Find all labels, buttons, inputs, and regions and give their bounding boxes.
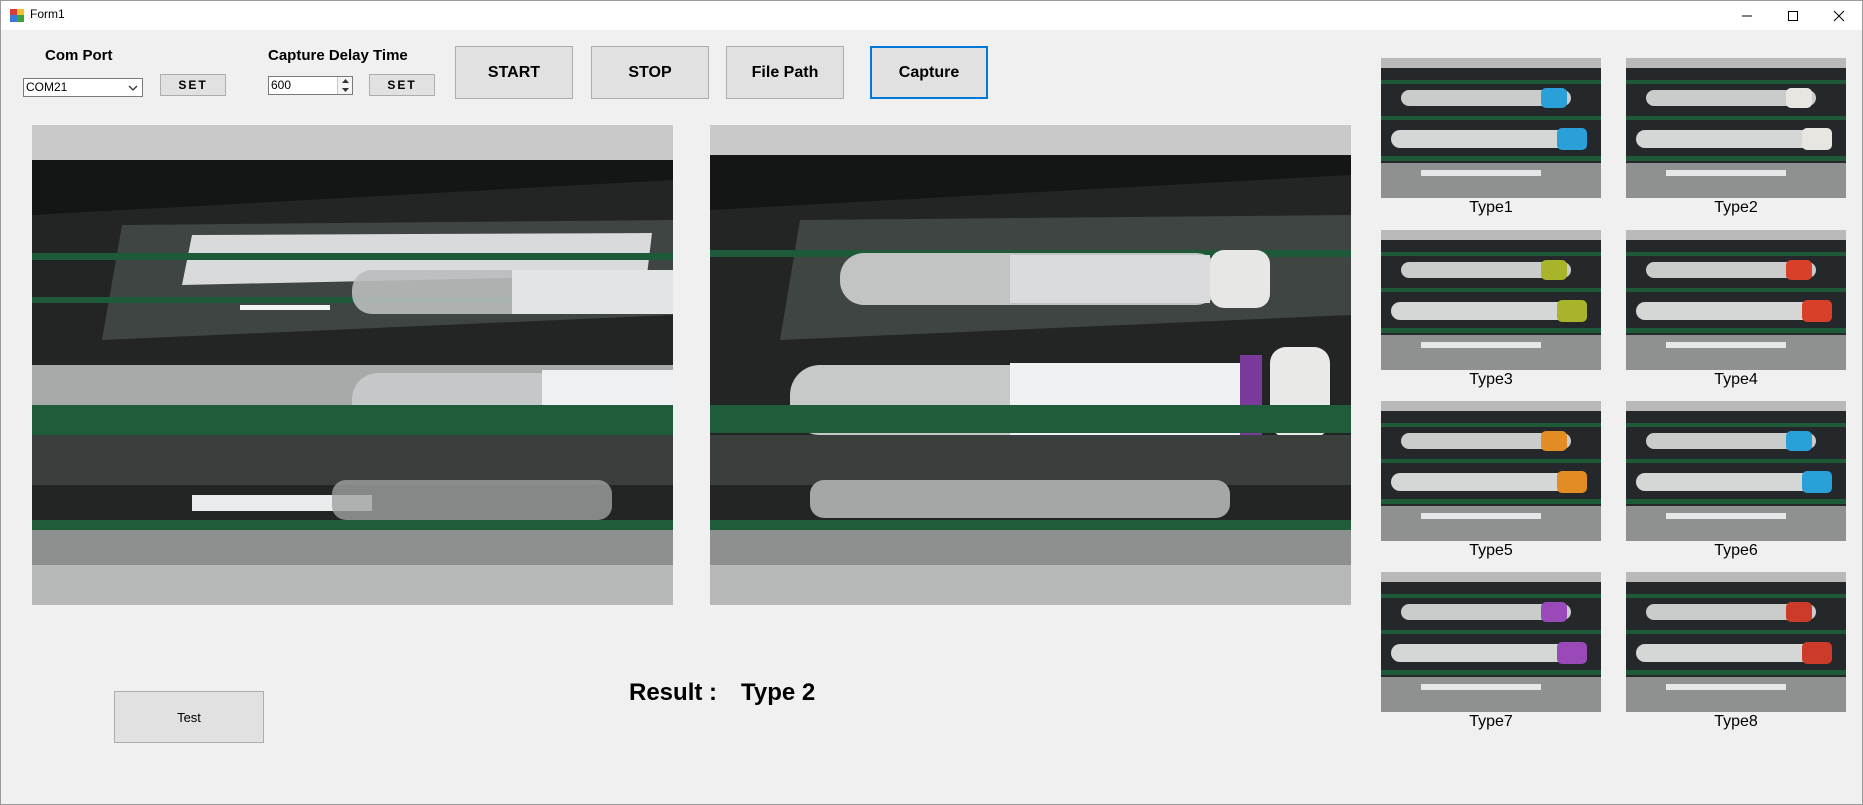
thumbnail-image <box>1626 401 1846 541</box>
delay-set-button[interactable]: SET <box>369 74 435 96</box>
capture-delay-value: 600 <box>271 78 292 92</box>
thumbnail-label: Type5 <box>1469 542 1513 559</box>
thumbnail-8 <box>1626 572 1846 712</box>
thumbnail-1 <box>1381 58 1601 198</box>
maximize-icon <box>1788 10 1798 21</box>
com-set-button[interactable]: SET <box>160 74 226 96</box>
maximize-button[interactable] <box>1771 1 1815 30</box>
thumbnail-label: Type2 <box>1714 199 1758 216</box>
camera-view-right <box>710 125 1351 605</box>
close-button[interactable] <box>1817 1 1861 30</box>
capture-delay-spinner <box>337 77 352 94</box>
capture-delay-label: Capture Delay Time <box>268 47 408 64</box>
thumbnail-image <box>1381 572 1601 712</box>
thumbnail-6 <box>1626 401 1846 541</box>
window-title: Form1 <box>30 7 65 21</box>
main-window: Form1 Com Port COM21 SET Capture Delay T… <box>0 0 1863 805</box>
minimize-button[interactable] <box>1725 1 1769 30</box>
app-icon <box>10 9 24 22</box>
caret-down-icon <box>341 88 349 92</box>
thumbnail-image <box>1381 58 1601 198</box>
thumbnail-5 <box>1381 401 1601 541</box>
result-label: Result : <box>629 679 718 706</box>
capture-delay-input[interactable]: 600 <box>268 76 353 95</box>
thumbnail-label: Type7 <box>1469 713 1513 730</box>
camera-image-right <box>710 125 1351 605</box>
spin-down-button[interactable] <box>338 86 352 94</box>
thumbnail-label: Type1 <box>1469 199 1513 216</box>
com-port-value: COM21 <box>26 80 68 94</box>
chevron-down-icon <box>128 85 138 91</box>
file-path-button[interactable]: File Path <box>726 46 844 99</box>
thumbnail-label: Type8 <box>1714 713 1758 730</box>
thumbnail-label: Type6 <box>1714 542 1758 559</box>
thumbnail-7 <box>1381 572 1601 712</box>
thumbnail-label: Type4 <box>1714 371 1758 388</box>
minimize-icon <box>1742 15 1752 16</box>
caret-up-icon <box>341 79 349 83</box>
camera-image-left <box>32 125 673 605</box>
thumbnail-image <box>1626 230 1846 370</box>
test-button[interactable]: Test <box>114 691 264 743</box>
close-icon <box>1833 10 1845 21</box>
thumbnail-image <box>1381 401 1601 541</box>
com-port-label: Com Port <box>45 47 113 64</box>
spin-up-button[interactable] <box>338 77 352 85</box>
camera-view-left <box>32 125 673 605</box>
thumbnail-image <box>1626 58 1846 198</box>
thumbnail-image <box>1381 230 1601 370</box>
com-port-select[interactable]: COM21 <box>23 78 143 97</box>
capture-button[interactable]: Capture <box>870 46 988 99</box>
stop-button[interactable]: STOP <box>591 46 709 99</box>
thumbnail-3 <box>1381 230 1601 370</box>
thumbnail-label: Type3 <box>1469 371 1513 388</box>
start-button[interactable]: START <box>455 46 573 99</box>
thumbnail-4 <box>1626 230 1846 370</box>
title-bar: Form1 <box>1 1 1862 30</box>
thumbnail-2 <box>1626 58 1846 198</box>
thumbnail-image <box>1626 572 1846 712</box>
result-value: Type 2 <box>741 679 816 706</box>
